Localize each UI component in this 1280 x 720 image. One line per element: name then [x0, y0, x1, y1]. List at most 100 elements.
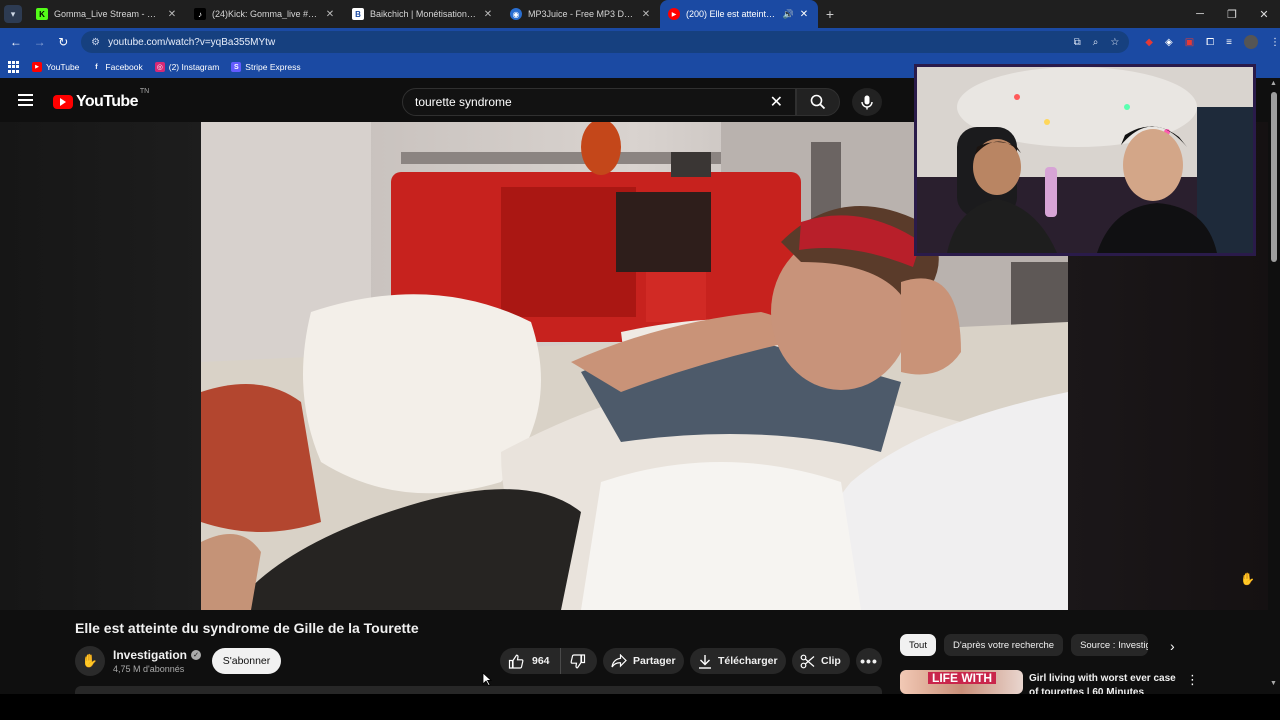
close-tab-icon[interactable]: ✕	[166, 9, 178, 20]
facebook-icon: f	[95, 63, 98, 71]
microphone-icon	[861, 95, 873, 109]
video-title: Elle est atteinte du syndrome de Gille d…	[75, 620, 419, 636]
bookmark-stripe-express[interactable]: S Stripe Express	[231, 62, 301, 72]
extension-diamond-icon[interactable]: ◈	[1165, 37, 1173, 48]
thumbs-down-icon	[570, 653, 585, 668]
scroll-up-icon[interactable]: ▲	[1270, 80, 1277, 87]
scrollbar-thumb[interactable]	[1271, 92, 1277, 262]
thumbs-up-icon	[508, 654, 524, 669]
mp3juice-favicon-icon: ◉	[510, 8, 522, 20]
close-tab-icon[interactable]: ✕	[798, 9, 810, 20]
extension-red-icon[interactable]: ◆	[1145, 37, 1153, 48]
close-tab-icon[interactable]: ✕	[640, 9, 652, 20]
player-side-left	[0, 122, 201, 610]
speaker-icon[interactable]: 🔊	[783, 9, 794, 20]
zoom-icon[interactable]: ⌕	[1093, 37, 1099, 48]
share-button[interactable]: Partager	[603, 648, 684, 674]
share-arrow-icon	[611, 654, 627, 668]
extensions-area: ◆ ◈ ▣ ⧠ ≡ ⋮	[1145, 35, 1280, 49]
tab-youtube-active[interactable]: ▶ (200) Elle est atteinte du syndrome 🔊 …	[660, 0, 818, 28]
search-button[interactable]	[796, 88, 840, 116]
url-text: youtube.com/watch?v=yqBa355MYtw	[108, 36, 276, 48]
guide-menu-icon[interactable]	[18, 94, 33, 106]
search-input[interactable]: tourette syndrome ✕	[402, 88, 796, 116]
more-actions-button[interactable]: •••	[856, 648, 882, 674]
bookmark-instagram[interactable]: ◎ (2) Instagram	[154, 62, 219, 72]
tab-title: (200) Elle est atteinte du syndrome	[686, 9, 779, 19]
chip-all[interactable]: Tout	[900, 634, 936, 656]
bookmark-star-icon[interactable]: ☆	[1110, 37, 1119, 48]
like-button[interactable]: 964	[500, 648, 561, 674]
download-label: Télécharger	[718, 655, 778, 667]
reload-icon[interactable]: ↻	[51, 35, 75, 49]
dislike-button[interactable]	[561, 653, 595, 669]
install-app-icon[interactable]: ⧉	[1074, 37, 1081, 48]
like-dislike-group: 964	[500, 648, 597, 674]
scissors-icon	[800, 654, 815, 668]
download-icon	[699, 654, 711, 669]
address-bar[interactable]: ⚙ youtube.com/watch?v=yqBa355MYtw ⧉ ⌕ ☆	[81, 31, 1130, 53]
page-scrollbar[interactable]: ▲ ▼	[1268, 78, 1280, 694]
channel-avatar[interactable]: ✋	[75, 646, 105, 676]
tab-tiktok[interactable]: ♪ (24)Kick: Gomma_live #gomma ✕	[186, 0, 344, 28]
chip-source[interactable]: Source : Investigation	[1071, 634, 1149, 656]
tiktok-favicon-icon: ♪	[194, 8, 206, 20]
share-label: Partager	[633, 655, 676, 667]
subscribe-button[interactable]: S'abonner	[212, 648, 281, 674]
restore-icon[interactable]: ❐	[1216, 8, 1248, 21]
scroll-down-icon[interactable]: ▼	[1270, 680, 1277, 687]
profile-avatar[interactable]	[1243, 35, 1258, 49]
browser-menu-icon[interactable]: ⋮	[1270, 37, 1280, 48]
more-vertical-icon[interactable]: ⋮	[1186, 672, 1199, 688]
recommended-thumbnail[interactable]: LIFE WITH	[900, 670, 1023, 694]
stripe-icon: S	[231, 62, 242, 72]
chevron-right-icon[interactable]: ›	[1170, 638, 1175, 654]
bookmark-youtube[interactable]: ▶ YouTube	[32, 62, 79, 72]
bookmark-facebook[interactable]: f Facebook	[91, 62, 143, 72]
verified-badge-icon: ✓	[191, 650, 202, 660]
youtube-logo[interactable]: YouTube TN	[53, 88, 149, 111]
description-box[interactable]	[75, 686, 882, 694]
search-icon	[810, 94, 826, 110]
tab-search-menu-icon[interactable]: ▾	[4, 5, 22, 23]
minimize-icon[interactable]: ─	[1184, 8, 1216, 21]
more-horizontal-icon: •••	[860, 653, 878, 669]
chip-from-search[interactable]: D'après votre recherche	[943, 634, 1064, 656]
channel-name-link[interactable]: Investigation ✓	[113, 648, 202, 662]
close-tab-icon[interactable]: ✕	[482, 9, 494, 20]
grab-hand-icon[interactable]: ✋	[1240, 572, 1255, 586]
clip-button[interactable]: Clip	[792, 648, 850, 674]
related-filter-chips: Tout D'après votre recherche Source : In…	[900, 634, 1149, 656]
back-arrow-icon[interactable]: ←	[4, 35, 28, 49]
logo-wordmark: YouTube	[76, 93, 138, 110]
tab-kick-dashboard[interactable]: K Gomma_Live Stream - Kick Dash ✕	[28, 0, 186, 28]
subscriber-count: 4,75 M d'abonnés	[113, 664, 185, 674]
tab-mp3juice[interactable]: ◉ MP3Juice - Free MP3 Download ✕	[502, 0, 660, 28]
forward-arrow-icon[interactable]: →	[28, 35, 52, 49]
channel-name: Investigation	[113, 648, 188, 662]
youtube-play-logo-icon	[53, 95, 73, 109]
extensions-puzzle-icon[interactable]: ⧠	[1206, 37, 1214, 48]
instagram-icon: ◎	[154, 62, 165, 72]
apps-grid-icon[interactable]	[8, 61, 20, 73]
extension-badge-icon[interactable]: ▣	[1185, 37, 1194, 48]
webcam-overlay	[914, 64, 1256, 256]
search-query: tourette syndrome	[415, 95, 512, 109]
voice-search-button[interactable]	[852, 88, 882, 116]
new-tab-button[interactable]: +	[818, 6, 842, 22]
bookmark-label: YouTube	[46, 62, 80, 72]
window-controls: ─ ❐ ✕	[1184, 8, 1280, 21]
recommended-title[interactable]: Girl living with worst ever case of tour…	[1029, 672, 1179, 696]
media-control-icon[interactable]: ≡	[1226, 37, 1232, 48]
download-button[interactable]: Télécharger	[690, 648, 786, 674]
clear-search-icon[interactable]: ✕	[770, 92, 783, 112]
channel-logo-icon: ✋	[81, 653, 99, 668]
close-window-icon[interactable]: ✕	[1248, 8, 1280, 21]
browser-toolbar: ← → ↻ ⚙ youtube.com/watch?v=yqBa355MYtw …	[0, 28, 1280, 56]
kick-favicon-icon: K	[36, 8, 48, 20]
bookmark-label: Stripe Express	[245, 62, 301, 72]
bottom-black-band	[0, 694, 1280, 720]
site-info-icon[interactable]: ⚙	[91, 37, 100, 48]
tab-baikchich[interactable]: B Baikchich | Monétisation pour les ✕	[344, 0, 502, 28]
close-tab-icon[interactable]: ✕	[324, 9, 336, 20]
